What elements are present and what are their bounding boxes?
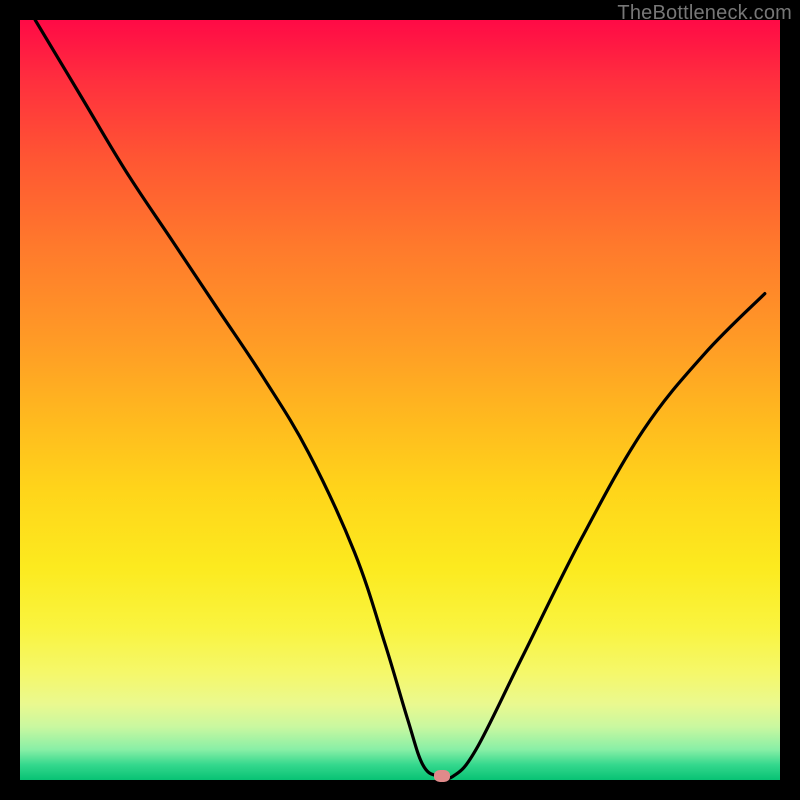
watermark-text: TheBottleneck.com	[617, 2, 792, 25]
min-marker	[434, 770, 450, 782]
curve-layer	[20, 20, 780, 780]
bottleneck-curve	[35, 20, 765, 779]
plot-area	[20, 20, 780, 780]
chart-frame: TheBottleneck.com	[0, 0, 800, 800]
